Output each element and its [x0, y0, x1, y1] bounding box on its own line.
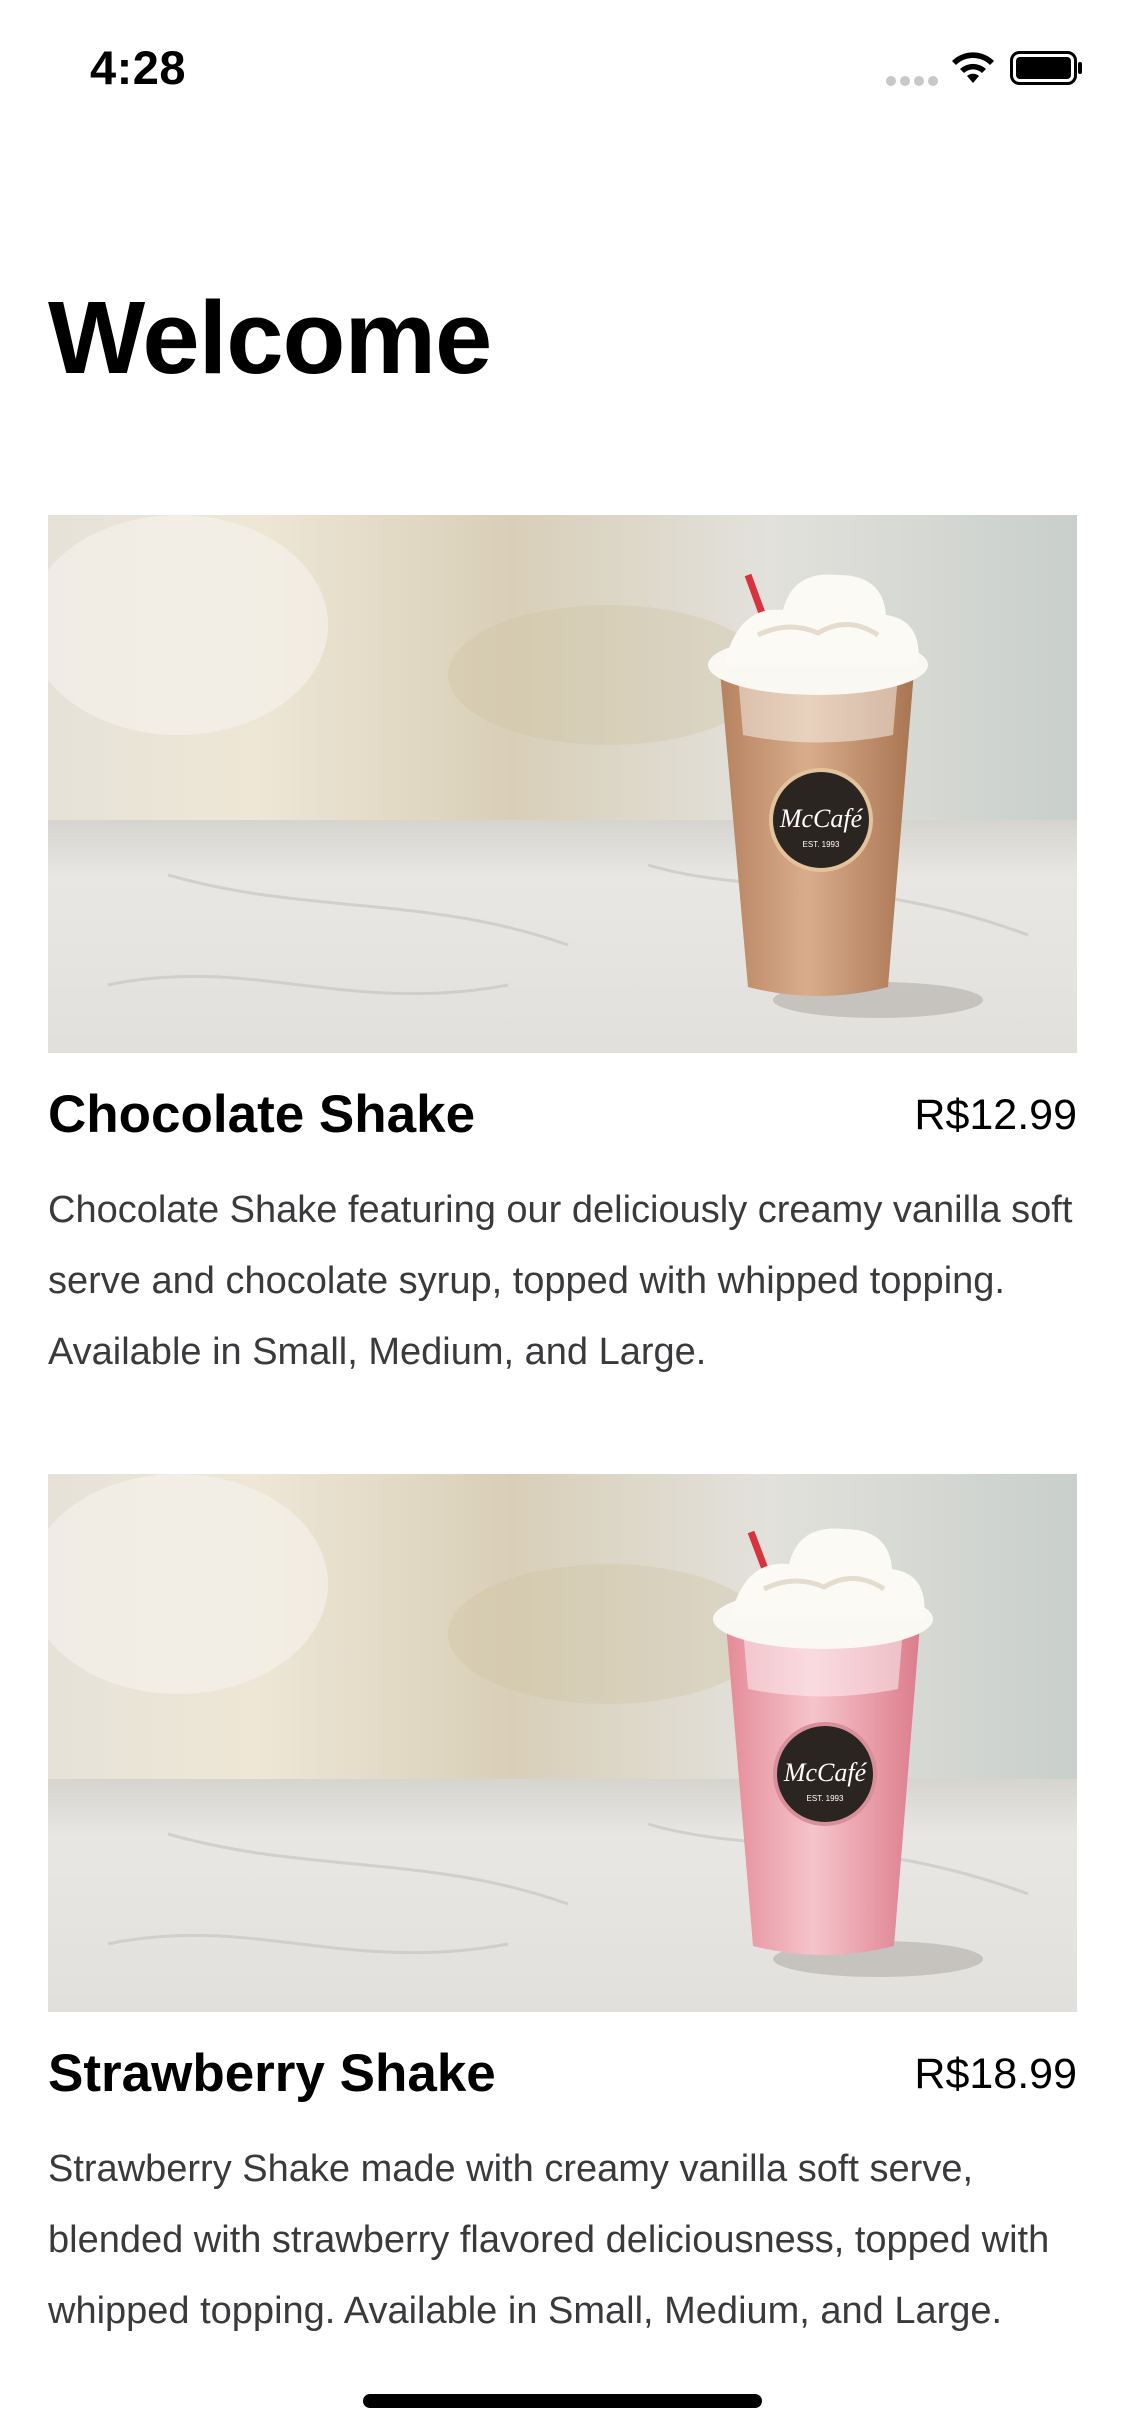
page-title: Welcome: [48, 280, 492, 395]
product-name: Chocolate Shake: [48, 1085, 476, 1144]
logo-text: McCafé: [779, 804, 864, 833]
product-price: R$12.99: [914, 1091, 1077, 1139]
product-header: Strawberry Shake R$18.99: [48, 2012, 1077, 2144]
status-bar: 4:28: [0, 0, 1125, 140]
logo-text: McCafé: [783, 1758, 868, 1787]
product-price: R$18.99: [914, 2050, 1077, 2098]
product-image[interactable]: McCafé EST. 1993: [48, 1474, 1077, 2012]
logo-subtext: EST. 1993: [803, 840, 840, 849]
product-description: Chocolate Shake featuring our deliciousl…: [48, 1189, 1073, 1373]
product-name: Strawberry Shake: [48, 2044, 496, 2103]
wifi-icon: [952, 52, 994, 83]
product-header: Chocolate Shake R$12.99: [48, 1053, 1077, 1185]
product-card-chocolate-shake[interactable]: McCafé EST. 1993 Chocolate Shake R$12.99…: [48, 515, 1077, 1388]
product-image[interactable]: McCafé EST. 1993: [48, 515, 1077, 1053]
status-time: 4:28: [90, 41, 187, 94]
home-indicator[interactable]: [363, 2394, 762, 2408]
product-description: Strawberry Shake made with creamy vanill…: [48, 2148, 1050, 2332]
battery-icon: [1010, 51, 1082, 85]
product-card-strawberry-shake[interactable]: McCafé EST. 1993 Strawberry Shake R$18.9…: [48, 1474, 1077, 2347]
signal-dots-icon: [886, 76, 938, 86]
logo-subtext: EST. 1993: [807, 1794, 844, 1803]
